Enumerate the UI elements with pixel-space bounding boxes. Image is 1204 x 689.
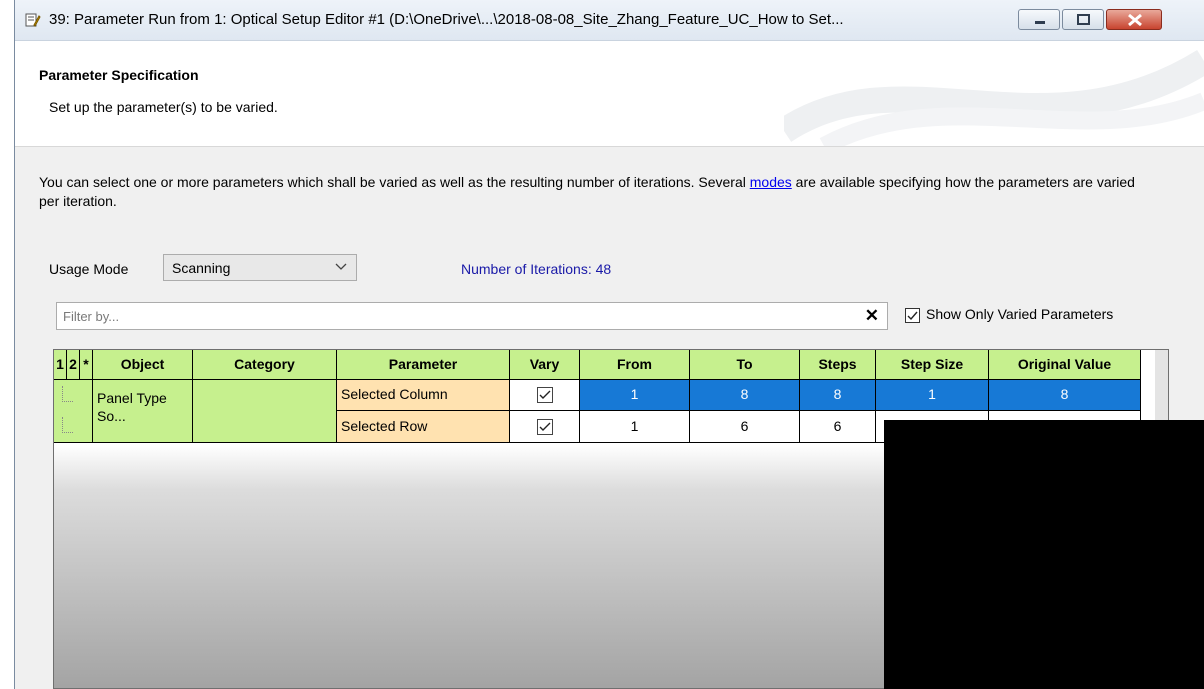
category-cell[interactable] [193,380,337,443]
vary-cell[interactable] [510,380,580,411]
tree-line [62,386,73,402]
vary-checkbox[interactable] [536,419,553,436]
clear-filter-icon[interactable]: ✕ [865,306,879,326]
column-header-category[interactable]: Category [193,350,337,380]
header-decoration [784,49,1204,146]
checkmark-icon [539,390,550,400]
column-header-2[interactable]: 2 [67,350,80,380]
column-header-parameter[interactable]: Parameter [337,350,510,380]
column-header-object[interactable]: Object [93,350,193,380]
show-varied-label: Show Only Varied Parameters [926,306,1114,322]
column-header-star[interactable]: * [80,350,93,380]
checkmark-icon [539,422,550,432]
maximize-icon [1077,14,1090,25]
original-value-cell[interactable]: 8 [989,380,1141,411]
filter-input[interactable]: Filter by... ✕ [56,302,888,330]
filter-placeholder: Filter by... [63,309,120,324]
column-header-1[interactable]: 1 [54,350,67,380]
usage-mode-select[interactable]: Scanning [163,254,357,281]
minimize-button[interactable] [1018,9,1060,30]
to-cell[interactable]: 6 [690,411,800,443]
title-bar[interactable]: 39: Parameter Run from 1: Optical Setup … [15,0,1204,41]
close-button[interactable] [1106,9,1162,30]
from-cell[interactable]: 1 [580,380,690,411]
column-header-vary[interactable]: Vary [510,350,580,380]
column-header-to[interactable]: To [690,350,800,380]
from-cell[interactable]: 1 [580,411,690,443]
modes-link[interactable]: modes [750,174,792,190]
parameter-cell[interactable]: Selected Column [337,380,510,411]
steps-cell[interactable]: 6 [800,411,876,443]
tree-line [62,417,73,433]
parameter-cell[interactable]: Selected Row [337,411,510,443]
column-header-original-value[interactable]: Original Value [989,350,1141,380]
minimize-icon [1035,21,1045,24]
column-header-step-size[interactable]: Step Size [876,350,989,380]
checkmark-icon [907,311,918,321]
window-title: 39: Parameter Run from 1: Optical Setup … [49,11,844,28]
chevron-down-icon [335,263,347,270]
column-header-from[interactable]: From [580,350,690,380]
description: You can select one or more parameters wh… [39,173,1159,211]
page-subtitle: Set up the parameter(s) to be varied. [49,99,278,115]
object-cell[interactable]: Panel Type So... [93,380,193,443]
header-panel: Parameter Specification Set up the param… [15,41,1204,147]
column-header-steps[interactable]: Steps [800,350,876,380]
steps-cell[interactable]: 8 [800,380,876,411]
parameter-run-icon [25,13,41,27]
iterations-count: Number of Iterations: 48 [461,261,612,277]
close-icon [1128,13,1142,27]
usage-mode-label: Usage Mode [49,261,129,277]
vary-checkbox[interactable] [536,387,553,404]
usage-mode-value: Scanning [172,260,231,276]
redaction-block [884,420,1204,689]
vary-cell[interactable] [510,411,580,443]
maximize-button[interactable] [1062,9,1104,30]
tree-indent [54,380,93,443]
step-size-cell[interactable]: 1 [876,380,989,411]
page-title: Parameter Specification [39,67,199,83]
description-text: You can select one or more parameters wh… [39,174,750,190]
to-cell[interactable]: 8 [690,380,800,411]
checkbox-box[interactable] [905,308,920,323]
